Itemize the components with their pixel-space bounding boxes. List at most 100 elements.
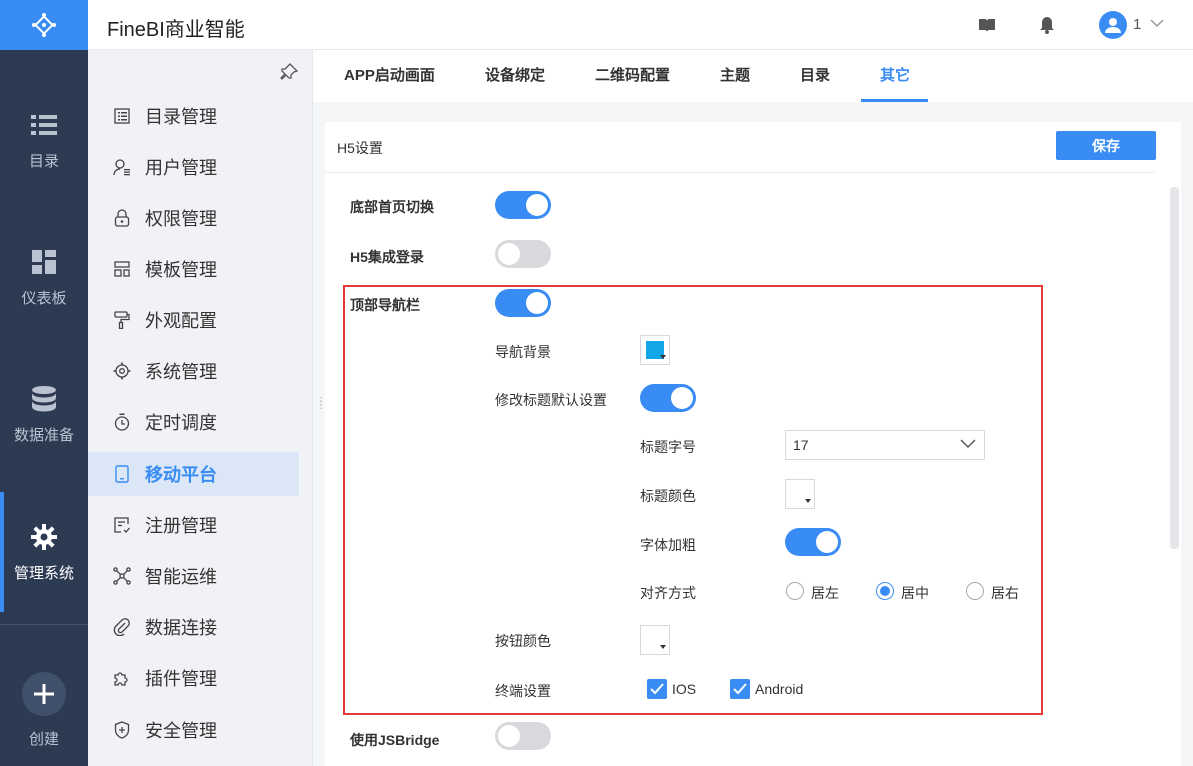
- logo-icon: [32, 13, 56, 37]
- panel-title: H5设置: [337, 140, 383, 156]
- submenu-label: 用户管理: [145, 158, 217, 178]
- pin-icon[interactable]: [280, 63, 298, 81]
- align-left-radio[interactable]: [786, 582, 804, 600]
- submenu-label: 权限管理: [145, 209, 217, 229]
- submenu-label: 外观配置: [145, 311, 217, 331]
- tab-qrcode[interactable]: 二维码配置: [595, 50, 670, 102]
- align-center-label: 居中: [901, 585, 929, 601]
- submenu-label: 定时调度: [145, 413, 217, 433]
- submenu-label: 模板管理: [145, 260, 217, 280]
- title-color-label: 标题颜色: [640, 488, 696, 504]
- button-color-label: 按钮颜色: [495, 633, 551, 649]
- divider: [325, 172, 1155, 173]
- bottom-switch-label: 底部首页切换: [350, 199, 434, 215]
- nav-item-catalog[interactable]: 目录: [0, 80, 88, 200]
- submenu-item-appearance[interactable]: 外观配置: [88, 298, 299, 342]
- submenu-item-registration[interactable]: 注册管理: [88, 503, 299, 547]
- submenu-item-mobile[interactable]: 移动平台: [88, 452, 299, 496]
- bottom-switch-toggle[interactable]: [495, 191, 551, 219]
- tab-app-splash[interactable]: APP启动画面: [344, 50, 435, 102]
- link-icon: [112, 617, 132, 637]
- register-icon: [112, 515, 132, 535]
- nav-item-admin[interactable]: 管理系统: [0, 492, 88, 612]
- align-label: 对齐方式: [640, 585, 696, 601]
- main-nav: 目录 仪表板 数据准备 管理系统 创建: [0, 0, 88, 766]
- align-center-radio[interactable]: [876, 582, 894, 600]
- h5-login-toggle[interactable]: [495, 240, 551, 268]
- font-size-label: 标题字号: [640, 439, 696, 455]
- list-icon: [29, 110, 59, 140]
- check-icon: [733, 683, 747, 695]
- submenu-item-permissions[interactable]: 权限管理: [88, 196, 299, 240]
- create-button[interactable]: [22, 672, 66, 716]
- ios-checkbox[interactable]: [647, 679, 667, 699]
- submenu-item-security[interactable]: 安全管理: [88, 708, 299, 752]
- catalog-icon: [112, 106, 132, 126]
- submenu-label: 智能运维: [145, 567, 217, 587]
- save-button[interactable]: 保存: [1056, 131, 1156, 160]
- caret-icon: [660, 355, 666, 359]
- font-size-value: 17: [793, 437, 809, 453]
- scrollbar[interactable]: [1170, 187, 1179, 549]
- title-default-toggle[interactable]: [640, 384, 696, 412]
- button-color-picker[interactable]: [640, 625, 670, 655]
- help-book-icon[interactable]: [977, 15, 997, 35]
- submenu-label: 目录管理: [145, 107, 217, 127]
- avatar[interactable]: [1099, 11, 1127, 39]
- submenu-item-ops[interactable]: 智能运维: [88, 554, 299, 598]
- bold-label: 字体加粗: [640, 537, 696, 553]
- user-manage-icon: [112, 157, 132, 177]
- nav-label: 数据准备: [13, 426, 74, 444]
- timer-icon: [112, 412, 132, 432]
- top-nav-label: 顶部导航栏: [350, 297, 420, 313]
- user-icon: [1105, 18, 1121, 33]
- bold-toggle[interactable]: [785, 528, 841, 556]
- app-logo[interactable]: [0, 0, 88, 50]
- submenu-item-connections[interactable]: 数据连接: [88, 605, 299, 649]
- android-checkbox[interactable]: [730, 679, 750, 699]
- submenu-item-users[interactable]: 用户管理: [88, 145, 299, 189]
- lock-icon: [112, 208, 132, 228]
- submenu-item-system[interactable]: 系统管理: [88, 349, 299, 393]
- chevron-down-icon: [960, 439, 976, 449]
- nav-label: 目录: [28, 152, 59, 170]
- tab-catalog[interactable]: 目录: [800, 50, 830, 102]
- terminal-label: 终端设置: [495, 683, 551, 699]
- font-size-select[interactable]: 17: [785, 430, 985, 460]
- h5-login-label: H5集成登录: [350, 249, 424, 265]
- user-name[interactable]: 1: [1133, 16, 1141, 33]
- submenu-label: 移动平台: [145, 465, 217, 485]
- nav-bg-color-picker[interactable]: [640, 335, 670, 365]
- gear-icon: [29, 522, 59, 552]
- submenu-label: 注册管理: [145, 516, 217, 536]
- jsbridge-toggle[interactable]: [495, 722, 551, 750]
- create-label: 创建: [28, 731, 59, 748]
- chevron-down-icon[interactable]: [1150, 18, 1164, 28]
- caret-icon: [660, 645, 666, 649]
- template-icon: [112, 259, 132, 279]
- nav-item-data-prep[interactable]: 数据准备: [0, 354, 88, 474]
- tab-theme[interactable]: 主题: [720, 50, 750, 102]
- bell-icon[interactable]: [1037, 15, 1057, 35]
- app-title: FineBI商业智能: [107, 19, 245, 41]
- nav-bg-label: 导航背景: [495, 344, 551, 360]
- submenu-item-schedule[interactable]: 定时调度: [88, 400, 299, 444]
- android-label: Android: [755, 681, 804, 697]
- settings-icon: [112, 361, 132, 381]
- tab-device-binding[interactable]: 设备绑定: [485, 50, 545, 102]
- paint-roller-icon: [112, 310, 132, 330]
- submenu-item-catalog[interactable]: 目录管理: [88, 94, 299, 138]
- title-color-picker[interactable]: [785, 479, 815, 509]
- tab-other[interactable]: 其它: [880, 50, 910, 102]
- submenu-item-templates[interactable]: 模板管理: [88, 247, 299, 291]
- nav-label: 仪表板: [21, 289, 67, 307]
- nav-item-dashboard[interactable]: 仪表板: [0, 217, 88, 337]
- submenu-item-plugins[interactable]: 插件管理: [88, 656, 299, 700]
- align-left-label: 居左: [811, 585, 839, 601]
- caret-icon: [805, 499, 811, 503]
- submenu-label: 安全管理: [145, 721, 217, 741]
- network-icon: [112, 566, 132, 586]
- top-nav-toggle[interactable]: [495, 289, 551, 317]
- nav-divider: [0, 624, 88, 625]
- align-right-radio[interactable]: [966, 582, 984, 600]
